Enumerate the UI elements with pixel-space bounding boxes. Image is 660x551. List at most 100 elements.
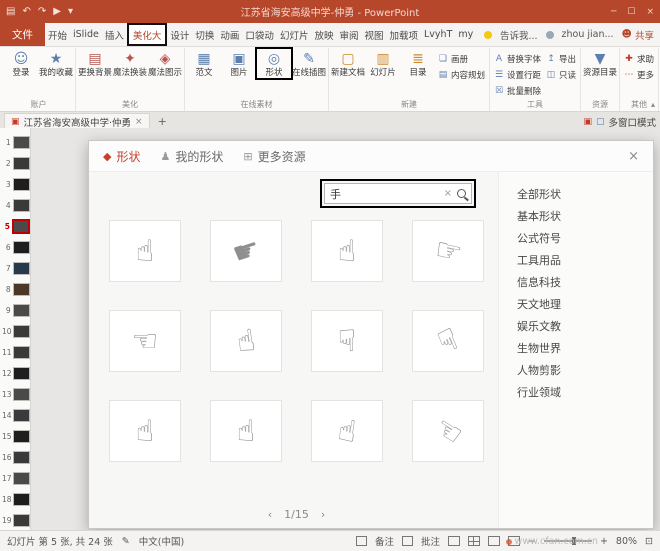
search-input[interactable]: 手 [330,186,439,202]
window-control-icon[interactable]: ☐ [627,7,635,17]
slide-thumbnail[interactable]: 16 [0,447,30,468]
ribbon-tab[interactable]: 放映 [311,23,336,46]
close-tab-icon[interactable]: × [135,117,143,127]
ribbon-button[interactable]: ◎ 形状 [257,49,291,78]
slide-thumbnail[interactable]: 7 [0,258,30,279]
category-item[interactable]: 公式符号 [517,228,653,250]
ribbon-tab[interactable]: 加载项 [387,23,422,46]
ribbon-tab[interactable]: 口袋动 [242,23,277,46]
ribbon-button[interactable]: ◈ 魔法图示 [148,49,182,78]
slide-thumbnail[interactable]: 18 [0,489,30,510]
shape-result-card[interactable]: ☜ [412,400,484,462]
ribbon-tab[interactable]: 切换 [192,23,217,46]
slide-thumbnail[interactable]: 6 [0,237,30,258]
ribbon-button[interactable]: ▢ 新建文档 [331,49,365,78]
notes-toggle[interactable]: 备注 [375,534,394,548]
ribbon-tab[interactable]: 设计 [167,23,192,46]
shape-result-card[interactable]: ☟ [311,310,383,372]
ribbon-small-button[interactable]: ☰ 设置行距 [492,68,543,82]
slide-thumbnail[interactable]: 13 [0,384,30,405]
collapse-ribbon-icon[interactable]: ▴ [651,100,655,109]
ribbon-tab[interactable]: LvyhT [421,23,455,46]
slide-thumbnail[interactable]: 11 [0,342,30,363]
category-item[interactable]: 信息科技 [517,272,653,294]
close-icon[interactable]: × [628,149,639,164]
ribbon-button[interactable]: ▼ 资源目录 [583,49,617,78]
shape-result-card[interactable]: ☝ [109,220,181,282]
zoom-in-button[interactable]: + [600,536,608,547]
shape-result-card[interactable]: ☟ [412,310,484,372]
shape-result-card[interactable]: ☝ [109,400,181,462]
ribbon-tab[interactable]: 幻灯片 [277,23,312,46]
shape-result-card[interactable]: ☝ [311,400,383,462]
slide-thumbnail[interactable]: 3 [0,174,30,195]
ribbon-small-button[interactable]: ☒ 批量删除 [492,84,543,98]
shape-result-card[interactable]: ☜ [109,310,181,372]
ribbon-tab[interactable]: iSlide [70,23,102,46]
shape-result-card[interactable]: ☛ [210,220,282,282]
slide-sorter-view-icon[interactable] [468,536,480,546]
slide-thumbnail[interactable]: 17 [0,468,30,489]
window-control-icon[interactable]: ─ [611,7,616,17]
ribbon-button[interactable]: ▤ 更换背景 [78,49,112,78]
slide-thumbnail[interactable]: 12 [0,363,30,384]
ribbon-small-button[interactable]: ◫ 只读 [544,68,578,82]
qat-icon[interactable]: ▾ [68,6,73,17]
shape-result-card[interactable]: ☝ [210,310,282,372]
ribbon-small-button[interactable]: A 替换字体 [492,52,543,66]
fit-to-window-icon[interactable]: ⊡ [645,536,653,547]
ribbon-button[interactable]: ☺ 登录 [4,49,38,78]
search-icon[interactable] [457,189,466,198]
category-item[interactable]: 天文地理 [517,294,653,316]
category-item[interactable]: 娱乐文教 [517,316,653,338]
shape-result-card[interactable]: ☝ [210,400,282,462]
ribbon-tab[interactable]: 开始 [45,23,70,46]
slide-thumbnail[interactable]: 15 [0,426,30,447]
ribbon-small-button[interactable]: ⋯ 更多 [622,68,656,82]
share-button[interactable]: ☻ 共享 [622,28,654,42]
qat-icon[interactable]: ▶ [53,6,61,17]
ribbon-button[interactable]: ✎ 在线插图 [292,49,326,78]
account-name[interactable]: zhou jian... [562,29,614,40]
shape-result-card[interactable]: ☝ [311,220,383,282]
ribbon-tab[interactable]: 插入 [102,23,127,46]
slide-thumbnail[interactable]: 2 [0,153,30,174]
category-item[interactable]: 人物剪影 [517,360,653,382]
spellcheck-icon[interactable]: ✎ [122,536,130,547]
slide-thumbnail[interactable]: 14 [0,405,30,426]
qat-icon[interactable]: ▤ [6,6,15,17]
ribbon-small-button[interactable]: ↥ 导出 [544,52,578,66]
panel-tab[interactable]: ◆ 形状 [103,148,140,165]
normal-view-icon[interactable] [448,536,460,546]
panel-tab[interactable]: ♟ 我的形状 [160,148,223,165]
slide-thumbnail[interactable]: 19 [0,510,30,531]
prev-page-icon[interactable]: ‹ [268,508,272,521]
ribbon-small-button[interactable]: ✚ 求助 [622,52,656,66]
category-item[interactable]: 行业领域 [517,382,653,404]
slide-thumbnail[interactable]: 9 [0,300,30,321]
ribbon-small-button[interactable]: ❏ 画册 [436,52,487,66]
clear-search-icon[interactable]: × [444,188,452,199]
qat-icon[interactable]: ↶ [22,6,30,17]
ribbon-button[interactable]: ≣ 目录 [401,49,435,78]
ribbon-button[interactable]: ▥ 幻灯片 [366,49,400,78]
ribbon-button[interactable]: ★ 我的收藏 [39,49,73,78]
search-box[interactable]: 手 × [324,183,472,204]
comments-toggle[interactable]: 批注 [421,534,440,548]
qat-icon[interactable]: ↷ [38,6,46,17]
next-page-icon[interactable]: › [321,508,325,521]
ribbon-button[interactable]: ▦ 范文 [187,49,221,78]
ribbon-tab[interactable]: 视图 [361,23,386,46]
ribbon-tab[interactable]: my [455,23,476,46]
panel-tab[interactable]: ⊞ 更多资源 [243,148,305,165]
ribbon-tab[interactable]: 动画 [217,23,242,46]
window-control-icon[interactable]: × [646,7,654,17]
ribbon-button[interactable]: ▣ 图片 [222,49,256,78]
language-status[interactable]: 中文(中国) [139,534,184,548]
category-item[interactable]: 基本形状 [517,206,653,228]
slide-thumbnail[interactable]: 5 [0,216,30,237]
slide-thumbnail[interactable]: 8 [0,279,30,300]
ribbon-button[interactable]: ✦ 魔法换装 [113,49,147,78]
multi-window-mode[interactable]: ▣ ▢ 多窗口模式 [583,115,656,129]
reading-view-icon[interactable] [488,536,500,546]
